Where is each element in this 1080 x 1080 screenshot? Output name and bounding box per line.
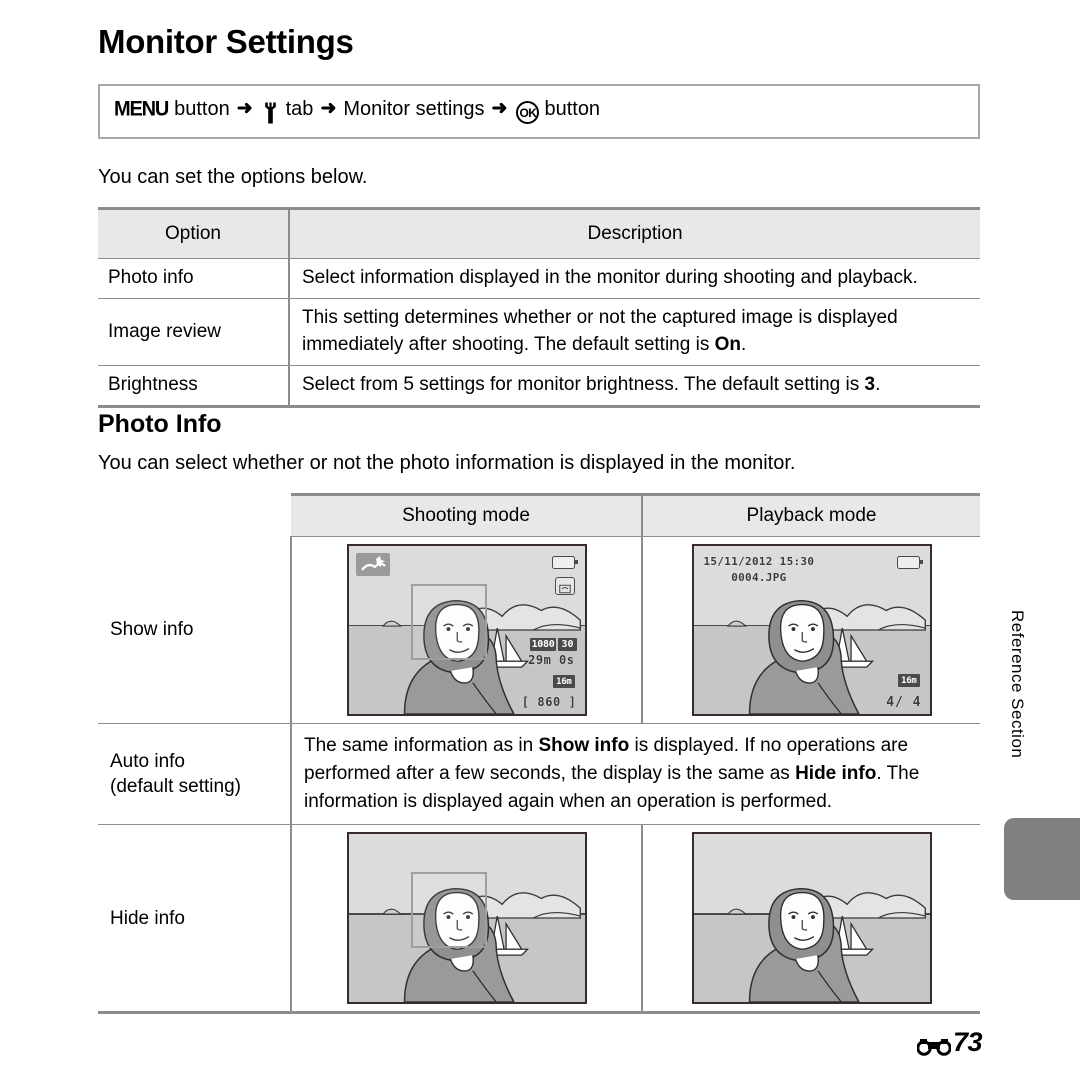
hide-info-playback-cell	[642, 824, 980, 1015]
arrow-icon-3: ➜	[491, 98, 508, 119]
movie-size-indicator: 1080 30	[529, 638, 577, 651]
playback-filename: 0004.JPG	[731, 570, 787, 584]
frame-counter: 4/ 4	[886, 695, 922, 710]
ok-button-icon: OK	[516, 101, 540, 124]
table-row: Brightness Select from 5 settings for mo…	[98, 365, 980, 408]
menu-button-label: MENU	[114, 97, 169, 121]
photo-info-intro-text: You can select whether or not the photo …	[98, 452, 796, 474]
scene-mode-icon	[355, 553, 390, 576]
page-title: Monitor Settings	[98, 23, 354, 60]
option-label: Brightness	[98, 365, 290, 408]
page-footer: 73	[916, 1027, 983, 1058]
show-info-shooting-screen: 1080 30 29m 0s 16m [ 860 ]	[346, 544, 587, 716]
row-label-auto-info: Auto info (default setting)	[98, 723, 292, 826]
face-detection-frame	[410, 872, 487, 949]
hide-info-shooting-cell	[291, 824, 643, 1015]
desc-text: Select information displayed in the moni…	[302, 267, 918, 288]
menu-path-box: MENU button ➜ tab ➜ Monitor settings ➜ O…	[98, 84, 980, 139]
recording-time-remaining: 29m 0s	[528, 653, 575, 667]
manual-page: Monitor Settings MENU button ➜ tab ➜ Mon…	[0, 0, 1080, 1080]
vibration-reduction-icon	[554, 577, 575, 595]
button-word-2: button	[544, 98, 601, 120]
header-option: Option	[98, 207, 290, 259]
desc-text: This setting determines whether or not t…	[302, 306, 898, 355]
menu-path: MENU button ➜ tab ➜ Monitor settings ➜ O…	[114, 97, 601, 124]
desc-emphasis: 3	[864, 373, 876, 395]
side-section-label: Reference Section	[1008, 610, 1027, 759]
desc-part-1: The same information as in	[304, 735, 539, 756]
photo-info-heading: Photo Info	[98, 410, 222, 438]
option-label: Photo info	[98, 258, 290, 299]
arrow-icon-1: ➜	[236, 98, 253, 119]
show-info-playback-screen: 15/11/2012 15:30 0004.JPG 16m 4/ 4	[691, 544, 932, 716]
shots-remaining-indicator: [ 860 ]	[521, 695, 577, 709]
side-section-tab	[1004, 818, 1080, 900]
tab-word: tab	[285, 98, 314, 120]
arrow-icon-2: ➜	[320, 98, 337, 119]
battery-icon	[896, 556, 923, 569]
auto-info-label-line2: (default setting)	[110, 776, 241, 798]
desc-text: Select from 5 settings for monitor brigh…	[302, 373, 865, 395]
movie-framerate: 30	[558, 638, 577, 651]
playback-date-time-block: 15/11/2012 15:30 0004.JPG	[704, 554, 815, 586]
playback-date-time: 15/11/2012 15:30	[703, 555, 815, 568]
desc-emphasis-2: Hide info	[795, 763, 877, 785]
option-label: Image review	[98, 298, 290, 366]
reference-section-icon	[916, 1032, 952, 1056]
scene-illustration	[726, 888, 926, 1003]
battery-icon	[551, 556, 578, 569]
wrench-icon	[262, 102, 279, 124]
menu-item-label: Monitor settings	[343, 98, 485, 120]
desc-emphasis: On	[714, 333, 741, 355]
image-size-indicator: 16m	[553, 675, 575, 688]
option-description: Select information displayed in the moni…	[289, 258, 980, 299]
show-info-playback-cell: 15/11/2012 15:30 0004.JPG 16m 4/ 4	[642, 536, 980, 724]
table-row: Image review This setting determines whe…	[98, 298, 980, 366]
face-detection-frame	[410, 584, 487, 660]
auto-info-description: The same information as in Show info is …	[291, 723, 980, 826]
table-row-auto-info: Auto info (default setting) The same inf…	[98, 723, 980, 826]
header-shooting-mode: Shooting mode	[291, 493, 643, 537]
option-description: Select from 5 settings for monitor brigh…	[289, 365, 980, 408]
movie-resolution: 1080	[529, 638, 557, 651]
image-size-indicator: 16m	[898, 674, 920, 687]
photo-info-table: Shooting mode Playback mode Show info 10…	[98, 493, 980, 1015]
table-row-show-info: Show info 1080 30 29m 0s 16m [860] 15/…	[98, 536, 980, 724]
option-description: This setting determines whether or not t…	[289, 298, 980, 366]
desc-tail: .	[875, 373, 881, 395]
table-row: Photo info Select information displayed …	[98, 258, 980, 299]
row-label-hide-info: Hide info	[98, 824, 292, 1015]
desc-tail: .	[740, 333, 747, 355]
options-table: Option Description Photo info Select inf…	[98, 207, 980, 408]
hide-info-shooting-screen	[346, 832, 587, 1005]
header-playback-mode: Playback mode	[642, 493, 980, 537]
row-label-show-info: Show info	[98, 536, 292, 724]
table-header-row: Shooting mode Playback mode	[98, 493, 980, 537]
table-header-row: Option Description	[98, 207, 980, 259]
header-description: Description	[289, 207, 980, 259]
show-info-shooting-cell: 1080 30 29m 0s 16m [ 860 ]	[291, 536, 643, 724]
hide-info-playback-screen	[691, 832, 932, 1005]
page-number: 73	[952, 1027, 983, 1057]
options-intro-text: You can set the options below.	[98, 166, 368, 188]
table-row-hide-info: Hide info	[98, 824, 980, 1015]
desc-emphasis-1: Show info	[538, 735, 630, 756]
header-empty	[98, 495, 291, 537]
auto-info-label-line1: Auto info	[110, 750, 185, 772]
button-word-1: button	[174, 98, 230, 120]
